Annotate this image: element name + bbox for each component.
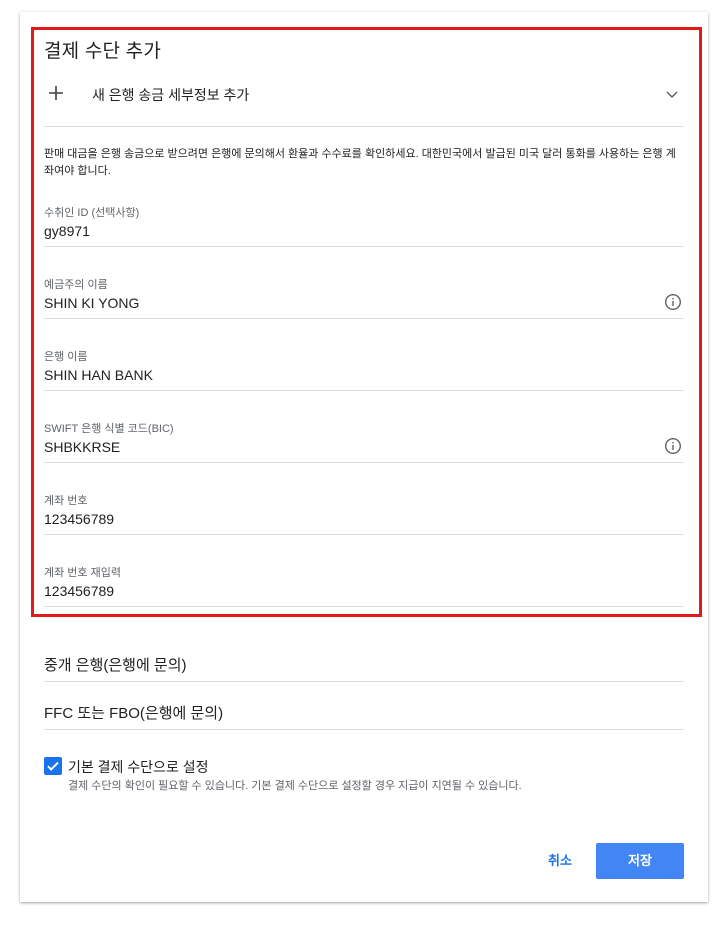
field-label: 계좌 번호 xyxy=(44,495,88,507)
field-label: 은행 이름 xyxy=(44,351,88,363)
field-underline xyxy=(44,246,684,247)
chevron-down-icon[interactable] xyxy=(664,86,680,102)
field-placeholder: FFC 또는 FBO(은행에 문의) xyxy=(44,705,224,722)
default-payment-checkbox[interactable] xyxy=(44,757,62,775)
field-label: 수취인 ID (선택사항) xyxy=(44,207,140,219)
bank-transfer-info-text: 판매 대금을 은행 송금으로 받으려면 은행에 문의해서 환율과 수수료를 확인… xyxy=(44,148,676,177)
section-divider xyxy=(44,126,684,127)
field-placeholder: 중개 은행(은행에 문의) xyxy=(44,657,187,674)
field-underline xyxy=(44,462,684,463)
default-payment-description: 결제 수단의 확인이 필요할 수 있습니다. 기본 결제 수단으로 설정할 경우… xyxy=(68,780,522,792)
info-icon[interactable] xyxy=(664,437,682,455)
intermediary-bank-field[interactable]: 중개 은행(은행에 문의) xyxy=(44,650,684,686)
bank-name-field[interactable]: 은행 이름 SHIN HAN BANK xyxy=(44,348,684,408)
dialog-title: 결제 수단 추가 xyxy=(44,41,162,62)
field-underline xyxy=(44,390,684,391)
cancel-button[interactable]: 취소 xyxy=(536,846,584,876)
ffc-fbo-field[interactable]: FFC 또는 FBO(은행에 문의) xyxy=(44,698,684,734)
field-underline xyxy=(44,729,684,730)
account-number-field[interactable]: 계좌 번호 123456789 xyxy=(44,492,684,552)
plus-icon xyxy=(46,83,66,103)
swift-code-field[interactable]: SWIFT 은행 식별 코드(BIC) SHBKKRSE xyxy=(44,420,684,480)
account-number-confirm-field[interactable]: 계좌 번호 재입력 123456789 xyxy=(44,564,684,624)
field-underline xyxy=(44,681,684,682)
add-bank-transfer-row[interactable]: 새 은행 송금 세부정보 추가 xyxy=(44,80,684,110)
field-value[interactable]: gy8971 xyxy=(44,223,90,239)
field-value[interactable]: SHIN KI YONG xyxy=(44,295,139,311)
info-icon[interactable] xyxy=(664,293,682,311)
field-underline xyxy=(44,606,684,607)
add-bank-transfer-label: 새 은행 송금 세부정보 추가 xyxy=(92,87,250,103)
payee-id-field[interactable]: 수취인 ID (선택사항) gy8971 xyxy=(44,204,684,264)
field-value[interactable]: SHBKKRSE xyxy=(44,439,120,455)
save-button[interactable]: 저장 xyxy=(596,843,684,879)
field-value[interactable]: 123456789 xyxy=(44,511,114,527)
account-holder-name-field[interactable]: 예금주의 이름 SHIN KI YONG xyxy=(44,276,684,336)
field-underline xyxy=(44,318,684,319)
field-value[interactable]: 123456789 xyxy=(44,583,114,599)
checkmark-icon xyxy=(47,761,59,771)
field-label: SWIFT 은행 식별 코드(BIC) xyxy=(44,423,174,435)
field-value[interactable]: SHIN HAN BANK xyxy=(44,367,153,383)
default-payment-label: 기본 결제 수단으로 설정 xyxy=(68,759,209,775)
field-label: 예금주의 이름 xyxy=(44,279,108,291)
field-underline xyxy=(44,534,684,535)
field-label: 계좌 번호 재입력 xyxy=(44,567,121,579)
